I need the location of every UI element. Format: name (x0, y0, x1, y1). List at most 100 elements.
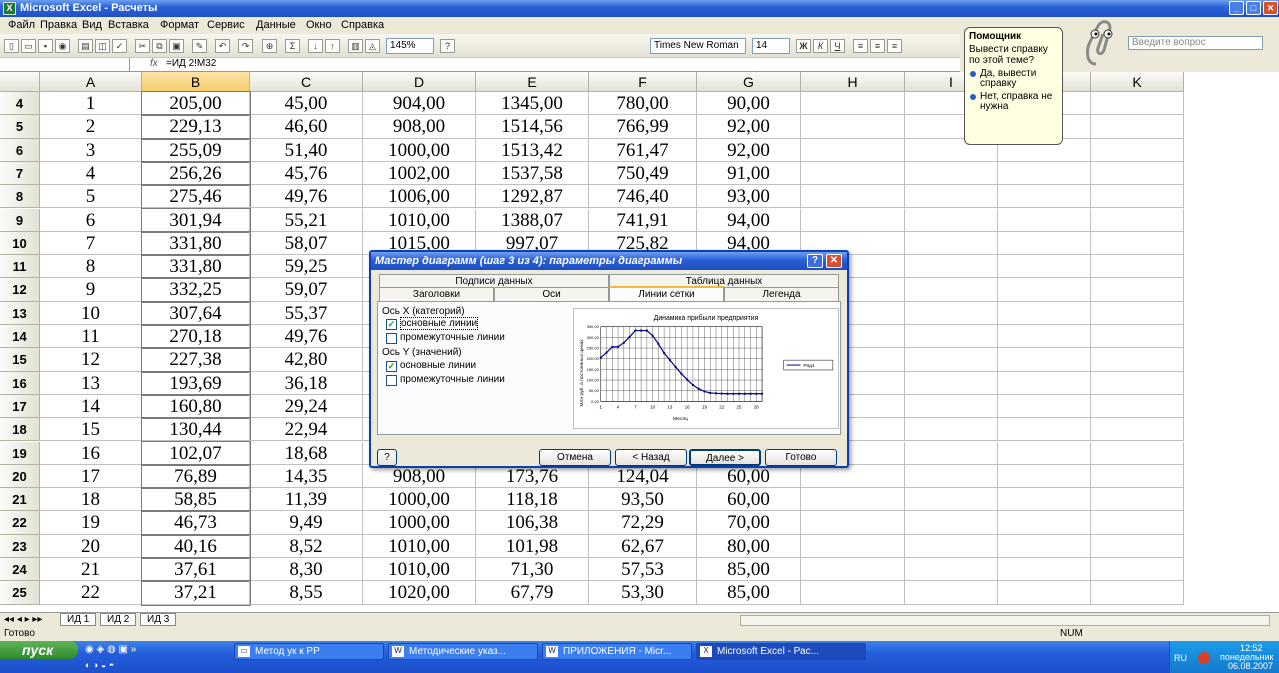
cell-J[interactable] (998, 441, 1091, 465)
cell-D[interactable]: 1000,00 (363, 511, 476, 535)
row-header[interactable]: 13 (0, 301, 40, 325)
cell-J[interactable] (998, 488, 1091, 512)
cell-E[interactable]: 173,76 (476, 464, 589, 489)
cancel-button[interactable]: Отмена (539, 449, 611, 466)
row-header[interactable]: 19 (0, 441, 40, 465)
cell-C[interactable]: 8,52 (250, 534, 363, 558)
cell-A[interactable]: 9 (40, 278, 142, 302)
cell-A[interactable]: 17 (40, 464, 142, 489)
cell-F[interactable]: 750,49 (589, 161, 697, 186)
cell-J[interactable] (998, 208, 1091, 232)
cell-K[interactable] (1091, 511, 1184, 535)
cell-K[interactable] (1091, 348, 1184, 372)
row-header[interactable]: 7 (0, 161, 40, 186)
cell-E[interactable]: 106,38 (476, 511, 589, 535)
cell-F[interactable]: 124,04 (589, 464, 697, 489)
row-header[interactable]: 20 (0, 464, 40, 489)
row-header[interactable]: 4 (0, 92, 40, 116)
cell-B[interactable]: 227,38 (141, 347, 251, 373)
cell-C[interactable]: 18,68 (250, 441, 363, 465)
cell-C[interactable]: 49,76 (250, 325, 363, 349)
cell-I[interactable] (905, 301, 998, 325)
redo-icon[interactable]: ↷ (238, 39, 253, 53)
cell-A[interactable]: 11 (40, 325, 142, 349)
cell-D[interactable]: 1000,00 (363, 488, 476, 512)
cell-B[interactable]: 40,16 (141, 533, 251, 559)
cell-B[interactable]: 255,09 (141, 137, 251, 163)
minimize-button[interactable]: _ (1229, 1, 1244, 15)
cell-C[interactable]: 22,94 (250, 418, 363, 442)
back-button[interactable]: < Назад (615, 449, 687, 466)
menu-edit[interactable]: Правка (40, 19, 77, 31)
preview-icon[interactable]: ◫ (95, 39, 110, 53)
column-header-F[interactable]: F (589, 72, 697, 92)
start-button[interactable]: пуск (0, 641, 78, 659)
y-minor-gridlines-checkbox[interactable]: промежуточные линии (384, 374, 505, 386)
cell-F[interactable]: 766,99 (589, 115, 697, 139)
cell-H[interactable] (801, 558, 905, 582)
assistant-option-no[interactable]: Нет, справка не нужна (969, 92, 1058, 112)
menu-insert[interactable]: Вставка (108, 19, 149, 31)
cell-K[interactable] (1091, 161, 1184, 186)
cell-I[interactable] (905, 581, 998, 605)
dialog-help-icon[interactable]: ? (807, 254, 823, 268)
cell-J[interactable] (998, 371, 1091, 395)
cell-F[interactable]: 62,67 (589, 534, 697, 558)
cell-E[interactable]: 1514,56 (476, 115, 589, 139)
cell-I[interactable] (905, 371, 998, 395)
cell-A[interactable]: 14 (40, 394, 142, 419)
cell-I[interactable] (905, 325, 998, 349)
cell-B[interactable]: 307,64 (141, 300, 251, 326)
cell-E[interactable]: 1388,07 (476, 208, 589, 232)
task-prilozheniya[interactable]: W ПРИЛОЖЕНИЯ - Micr... (542, 643, 692, 660)
cell-D[interactable]: 1006,00 (363, 185, 476, 209)
cell-H[interactable] (801, 511, 905, 535)
cell-I[interactable] (905, 208, 998, 232)
cell-G[interactable]: 90,00 (697, 92, 801, 116)
cell-J[interactable] (998, 278, 1091, 302)
cell-C[interactable]: 51,40 (250, 138, 363, 162)
excel-icon[interactable]: X (3, 2, 16, 15)
cell-H[interactable] (801, 185, 905, 209)
cell-E[interactable]: 1345,00 (476, 92, 589, 116)
cell-J[interactable] (998, 511, 1091, 535)
underline-button[interactable]: Ч (830, 39, 845, 53)
paste-icon[interactable]: ▣ (169, 39, 184, 53)
autosum-icon[interactable]: Σ (285, 39, 300, 53)
cell-H[interactable] (801, 208, 905, 232)
language-indicator[interactable]: RU (1174, 653, 1187, 663)
cell-G[interactable]: 94,00 (697, 208, 801, 232)
cell-J[interactable] (998, 464, 1091, 489)
tab-legend[interactable]: Легенда (724, 287, 839, 301)
cell-F[interactable]: 741,91 (589, 208, 697, 232)
cell-B[interactable]: 160,80 (141, 393, 251, 420)
font-size-select[interactable]: 14 (752, 38, 790, 54)
menu-tools[interactable]: Сервис (207, 19, 245, 31)
column-header-G[interactable]: G (697, 72, 801, 92)
cell-B[interactable]: 256,26 (141, 160, 251, 187)
cell-A[interactable]: 20 (40, 534, 142, 558)
cell-E[interactable]: 1513,42 (476, 138, 589, 162)
cell-F[interactable]: 93,50 (589, 488, 697, 512)
row-header[interactable]: 18 (0, 418, 40, 442)
save-icon[interactable]: ▪ (38, 39, 53, 53)
cell-I[interactable] (905, 488, 998, 512)
bold-button[interactable]: Ж (796, 39, 811, 53)
cell-F[interactable]: 761,47 (589, 138, 697, 162)
cell-I[interactable] (905, 161, 998, 186)
cell-C[interactable]: 42,80 (250, 348, 363, 372)
cell-J[interactable] (998, 558, 1091, 582)
italic-button[interactable]: К (813, 39, 828, 53)
cell-C[interactable]: 59,25 (250, 255, 363, 279)
cell-K[interactable] (1091, 441, 1184, 465)
formula-input[interactable]: =ИД 2!M32 (166, 58, 216, 69)
cell-K[interactable] (1091, 115, 1184, 139)
column-header-C[interactable]: C (250, 72, 363, 92)
cell-E[interactable]: 101,98 (476, 534, 589, 558)
cell-K[interactable] (1091, 208, 1184, 232)
finish-button[interactable]: Готово (765, 449, 837, 466)
sheet-tab-id2[interactable]: ИД 2 (100, 613, 137, 626)
cell-A[interactable]: 12 (40, 348, 142, 372)
align-center-icon[interactable]: ≡ (870, 39, 885, 53)
cell-B[interactable]: 331,80 (141, 254, 251, 280)
